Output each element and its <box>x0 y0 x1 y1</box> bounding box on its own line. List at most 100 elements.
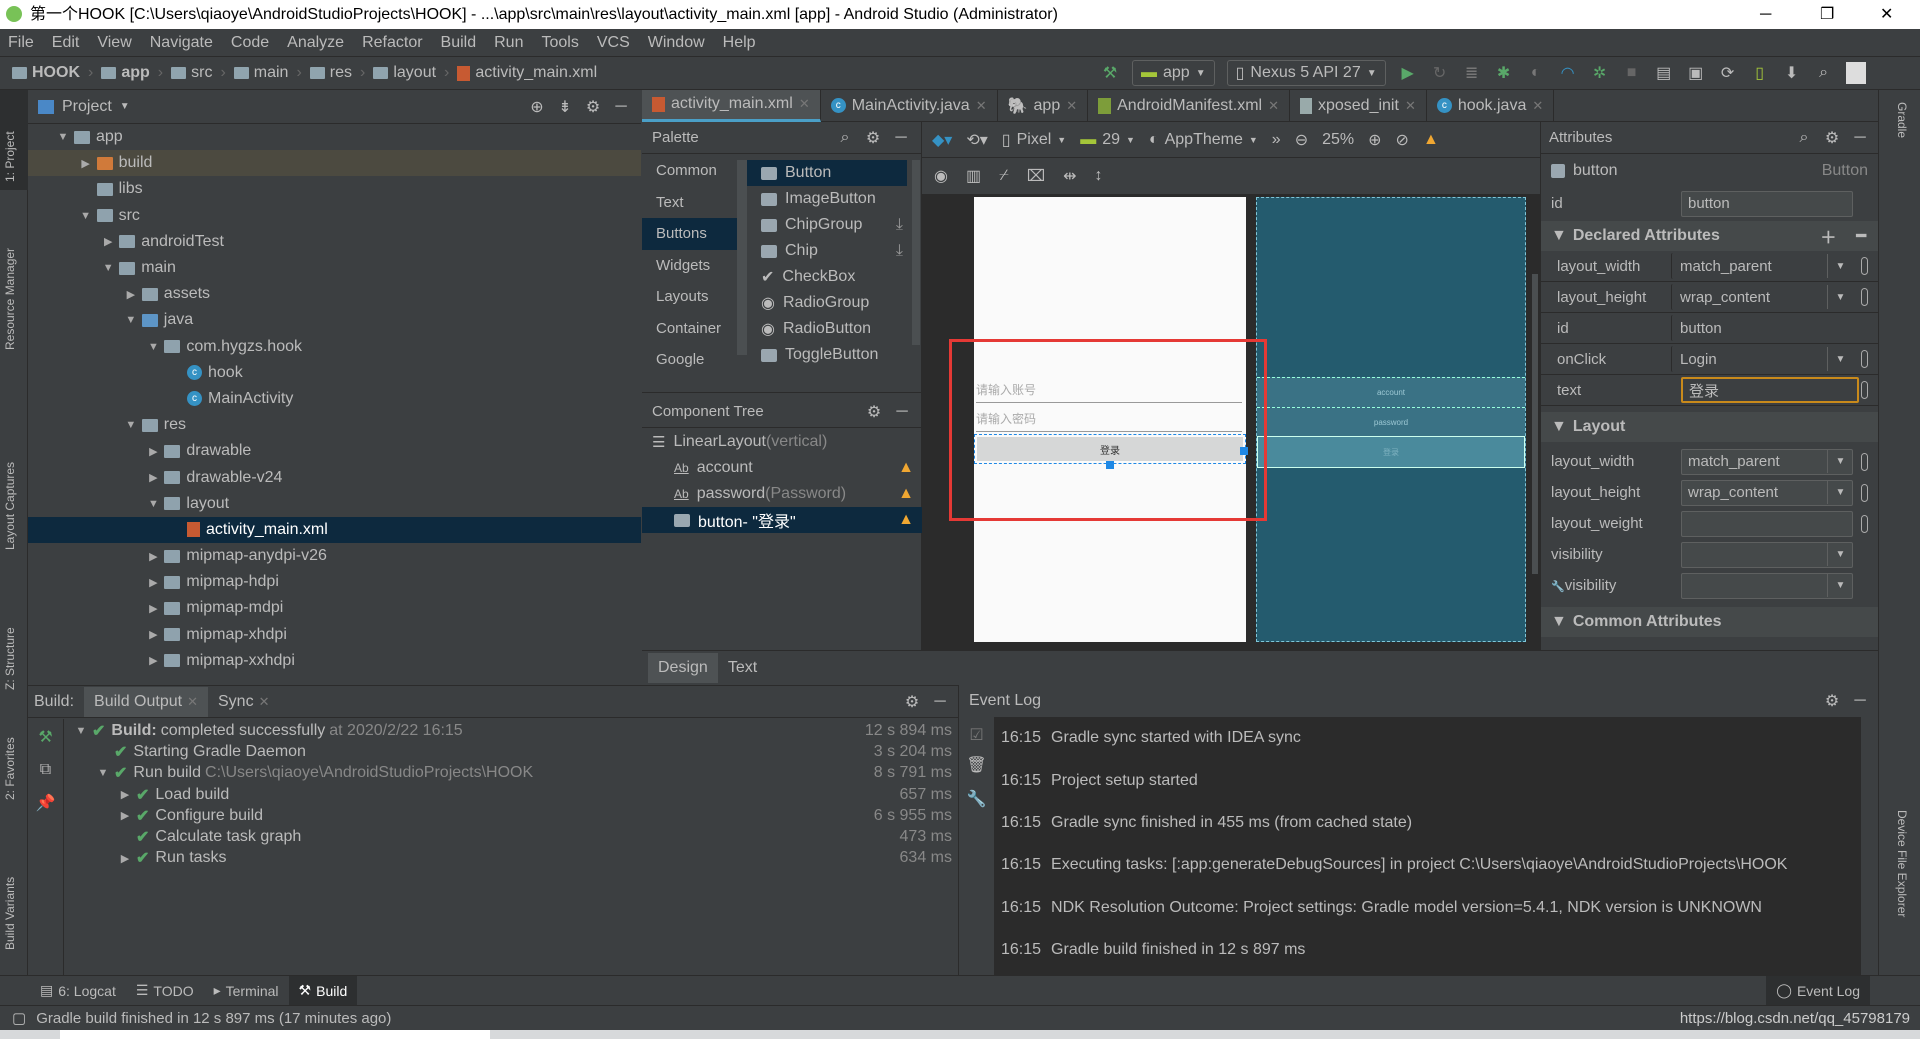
expand-down-icon[interactable]: ▼ <box>56 131 70 143</box>
menu-refactor[interactable]: Refactor <box>362 34 422 52</box>
resource-manager-tool-tab[interactable]: Resource Manager <box>3 248 17 350</box>
run-config-select[interactable]: ▬ app ▼ <box>1132 60 1215 86</box>
dropdown-arrow-icon[interactable]: ▼ <box>1827 573 1853 597</box>
tab-app[interactable]: 🐘 app ✕ <box>998 89 1089 122</box>
expand-down-icon[interactable]: ▼ <box>124 314 138 326</box>
build-hammer-icon[interactable]: ⚒ <box>28 727 63 747</box>
build-row[interactable]: ▶ ✔ Run tasks 634 ms <box>70 848 952 869</box>
resource-picker-icon[interactable] <box>1861 288 1868 306</box>
warning-icon[interactable]: ▲ <box>898 485 914 503</box>
palette-category-widgets[interactable]: Widgets <box>642 250 737 282</box>
dropdown-arrow-icon[interactable]: ▼ <box>1827 449 1853 473</box>
tree-item-build[interactable]: ▶ build <box>28 150 641 177</box>
profiler-gauge-icon[interactable]: ◠ <box>1558 63 1578 83</box>
settings-gear-icon[interactable]: ⚙ <box>583 97 603 117</box>
tree-item-drawable-v24[interactable]: ▶ drawable-v24 <box>28 464 641 490</box>
expand-down-icon[interactable]: ▼ <box>70 725 92 737</box>
resource-picker-icon[interactable] <box>1861 257 1868 275</box>
tab-design[interactable]: Design <box>648 653 718 683</box>
menu-tools[interactable]: Tools <box>541 34 578 52</box>
locate-file-icon[interactable]: ⊕ <box>527 97 547 117</box>
menu-file[interactable]: File <box>8 34 34 52</box>
close-tab-icon[interactable]: ✕ <box>1066 98 1077 114</box>
resource-picker-icon[interactable] <box>1861 381 1868 399</box>
hide-panel-icon[interactable]: ─ <box>611 97 631 117</box>
device-file-explorer-tool-tab[interactable]: Device File Explorer <box>1895 810 1909 917</box>
project-view-select[interactable]: Project <box>62 98 112 116</box>
tree-item-mipmap-anydpi-v26[interactable]: ▶ mipmap-anydpi-v26 <box>28 543 641 569</box>
menu-help[interactable]: Help <box>723 34 756 52</box>
menu-edit[interactable]: Edit <box>52 34 80 52</box>
palette-item-checkbox[interactable]: ✔ CheckBox <box>747 264 907 290</box>
download-icon[interactable]: ⤓ <box>896 242 903 260</box>
tree-item-hook[interactable]: c hook <box>28 360 641 386</box>
sdk-manager-icon[interactable]: ⬇ <box>1782 63 1802 83</box>
menu-vcs[interactable]: VCS <box>597 34 630 52</box>
api-level-select[interactable]: ▬ 29 ▼ <box>1080 131 1135 149</box>
build-row[interactable]: ▶ ✔ Load build 657 ms <box>70 784 952 805</box>
tree-item-java[interactable]: ▼ java <box>28 307 641 333</box>
tool-window-todo[interactable]: ☰ TODO <box>126 976 204 1006</box>
tree-item-mipmap-mdpi[interactable]: ▶ mipmap-mdpi <box>28 595 641 621</box>
declared-attributes-header[interactable]: ▼ Declared Attributes ＋ ━ <box>1541 221 1878 251</box>
build-row[interactable]: ▼ ✔ Build: completed successfully at 2020/2/… <box>70 720 952 741</box>
menu-navigate[interactable]: Navigate <box>150 34 213 52</box>
expand-right-icon[interactable]: ▶ <box>146 550 160 563</box>
settings-gear-icon[interactable]: ⚙ <box>1822 691 1842 711</box>
expand-down-icon[interactable]: ▼ <box>146 498 160 510</box>
palette-item-chip[interactable]: Chip ⤓ <box>747 238 907 264</box>
warning-icon[interactable]: ▲ <box>1423 131 1439 149</box>
categories-scrollbar[interactable] <box>737 160 747 355</box>
expand-down-icon[interactable]: ▼ <box>124 419 138 431</box>
blueprint-account[interactable]: account <box>1257 377 1525 407</box>
make-project-hammer-icon[interactable]: ⚒ <box>1100 63 1120 83</box>
download-icon[interactable]: ⤓ <box>896 216 903 234</box>
tree-item-main[interactable]: ▼ main <box>28 255 641 281</box>
settings-gear-icon[interactable]: ⚙ <box>863 128 883 148</box>
resource-picker-icon[interactable] <box>1861 514 1868 533</box>
favorites-tool-tab[interactable]: 2: Favorites <box>3 737 17 800</box>
stop-icon[interactable]: ■ <box>1622 63 1642 83</box>
attribute-value-onClick[interactable]: Login <box>1671 346 1843 372</box>
design-canvas[interactable]: 请输入账号 请输入密码 登录 account password 登录 <box>922 194 1540 650</box>
close-tab-icon[interactable]: ✕ <box>976 98 987 114</box>
palette-category-buttons[interactable]: Buttons <box>642 218 737 250</box>
settings-gear-icon[interactable]: ⚙ <box>902 692 922 712</box>
apply-changes-icon[interactable]: ↻ <box>1430 63 1450 83</box>
tab-androidmanifest-xml[interactable]: AndroidManifest.xml ✕ <box>1088 89 1290 122</box>
zoom-fit-icon[interactable]: ⊘ <box>1396 130 1409 150</box>
build-row[interactable]: ▶ ✔ Configure build 6 s 955 ms <box>70 805 952 826</box>
pack-vertical-icon[interactable]: ↕ <box>1095 167 1103 185</box>
settings-gear-icon[interactable]: ⚙ <box>1822 128 1842 148</box>
canvas-scrollbar[interactable] <box>1532 274 1538 574</box>
tab-hook-java[interactable]: c hook.java ✕ <box>1427 89 1555 122</box>
tree-item-button[interactable]: button- "登录" ▲ <box>642 507 922 533</box>
zoom-in-icon[interactable]: ⊕ <box>1368 130 1381 150</box>
tree-item-mipmap-xxhdpi[interactable]: ▶ mipmap-xxhdpi <box>28 648 641 674</box>
resource-picker-icon[interactable] <box>1861 483 1868 502</box>
palette-item-chipgroup[interactable]: ChipGroup ⤓ <box>747 212 907 238</box>
autoconnect-icon[interactable]: ⌿ <box>999 167 1009 185</box>
hide-panel-icon[interactable]: ─ <box>930 692 950 712</box>
expand-right-icon[interactable]: ▶ <box>146 576 160 589</box>
debug-icon[interactable]: ✱ <box>1494 63 1514 83</box>
event-log-button[interactable]: ◯ Event Log <box>1766 975 1870 1006</box>
palette-category-container[interactable]: Container <box>642 313 737 345</box>
status-toggle-icon[interactable]: ▢ <box>12 1009 26 1027</box>
tool-window--logcat[interactable]: ▤ 6: Logcat <box>30 976 126 1006</box>
palette-item-button[interactable]: Button <box>747 160 907 186</box>
overflow-icon[interactable]: » <box>1272 131 1281 149</box>
expand-right-icon[interactable]: ▶ <box>114 809 136 822</box>
palette-category-google[interactable]: Google <box>642 344 737 376</box>
warning-icon[interactable]: ▲ <box>898 511 914 529</box>
structure-tool-tab[interactable]: Z: Structure <box>3 627 17 690</box>
tree-item-src[interactable]: ▼ src <box>28 203 641 229</box>
collapse-all-icon[interactable]: ⇟ <box>555 97 575 117</box>
palette-item-imagebutton[interactable]: ImageButton <box>747 186 907 212</box>
attribute-value-text[interactable]: 登录 <box>1681 377 1859 403</box>
view-options-eye-icon[interactable]: ◉ <box>934 166 948 186</box>
gradle-tool-tab[interactable]: Gradle <box>1895 102 1909 138</box>
expand-right-icon[interactable]: ▶ <box>114 788 136 801</box>
palette-category-common[interactable]: Common <box>642 155 737 187</box>
expand-right-icon[interactable]: ▶ <box>146 445 160 458</box>
